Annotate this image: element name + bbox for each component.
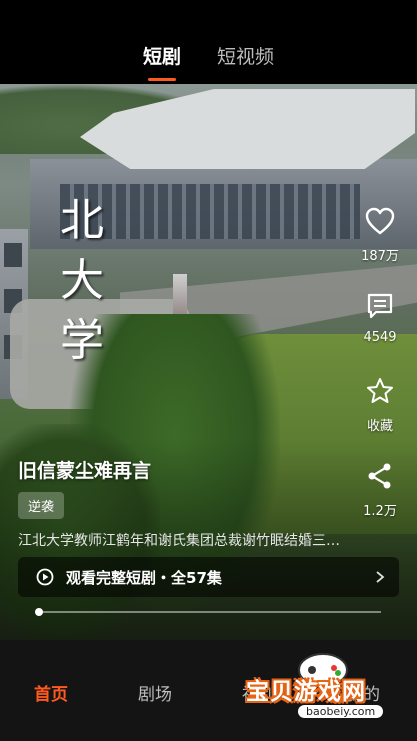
overlay-char: 北 bbox=[60, 195, 104, 246]
favorite-button[interactable]: 收藏 bbox=[350, 377, 410, 434]
scene-window bbox=[4, 243, 22, 267]
watch-full-drama-button[interactable]: 观看完整短剧・全57集 bbox=[18, 557, 399, 597]
drama-title[interactable]: 旧信蒙尘难再言 bbox=[18, 456, 151, 483]
chevron-right-icon bbox=[376, 571, 385, 583]
tab-short-video-label: 短视频 bbox=[217, 46, 275, 68]
tab-short-drama[interactable]: 短剧 bbox=[142, 42, 181, 81]
like-count: 187万 bbox=[361, 249, 399, 264]
share-icon bbox=[368, 463, 391, 489]
overlay-char: 学 bbox=[60, 315, 104, 366]
tab-short-drama-label: 短剧 bbox=[142, 46, 181, 68]
tab-active-indicator bbox=[147, 78, 176, 81]
watermark-text: 宝贝游戏网 bbox=[246, 679, 366, 705]
genre-tag[interactable]: 逆袭 bbox=[18, 492, 65, 519]
watermark: 宝贝游戏网 baobeiy.com bbox=[238, 648, 408, 736]
nav-home[interactable]: 首页 bbox=[34, 680, 68, 705]
top-bar: 短剧 短视频 bbox=[0, 0, 417, 84]
watch-full-label: 观看完整短剧・全57集 bbox=[66, 568, 222, 587]
nav-theater[interactable]: 剧场 bbox=[138, 680, 172, 705]
like-button[interactable]: 187万 bbox=[350, 207, 410, 264]
favorite-label: 收藏 bbox=[366, 419, 393, 434]
tab-short-video[interactable]: 短视频 bbox=[217, 42, 274, 69]
share-button[interactable]: 1.2万 bbox=[350, 462, 410, 519]
overlay-char: 大 bbox=[60, 255, 104, 306]
top-tabs: 短剧 短视频 bbox=[0, 42, 417, 81]
video-progress-bar[interactable] bbox=[35, 608, 381, 616]
play-circle-icon bbox=[36, 568, 54, 586]
watermark-url: baobeiy.com bbox=[298, 705, 384, 718]
drama-description[interactable]: 江北大学教师江鹤年和谢氏集团总裁谢竹眠结婚三… bbox=[18, 530, 400, 550]
video-overlay-text: 北 大 学 bbox=[60, 199, 110, 363]
comment-icon bbox=[367, 293, 393, 319]
comment-button[interactable]: 4549 bbox=[350, 292, 410, 345]
share-count: 1.2万 bbox=[363, 504, 397, 519]
comment-count: 4549 bbox=[363, 330, 397, 345]
star-icon bbox=[367, 378, 393, 403]
heart-icon bbox=[365, 207, 395, 235]
